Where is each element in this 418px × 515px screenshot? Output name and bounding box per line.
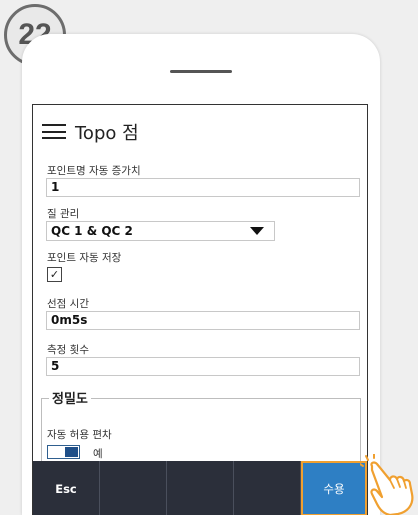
title-bar: Topo 점: [33, 105, 367, 155]
device-frame: Topo 점 포인트명 자동 증가치 1 질 관리 QC 1 & QC 2 포인…: [22, 34, 380, 515]
softkey-4[interactable]: [234, 461, 301, 515]
auto-tolerance-value: 예: [93, 448, 103, 460]
screen: Topo 점 포인트명 자동 증가치 1 질 관리 QC 1 & QC 2 포인…: [32, 104, 368, 515]
occupation-time-label: 선점 시간: [47, 298, 89, 310]
measurement-count-field[interactable]: 5: [46, 357, 360, 376]
pointing-hand-icon: [360, 454, 414, 515]
dropdown-arrow-icon[interactable]: [250, 227, 264, 235]
precision-group-title: 정밀도: [49, 388, 91, 407]
toggle-knob: [65, 447, 78, 457]
speaker-slot: [170, 70, 232, 73]
quality-control-label: 질 관리: [47, 208, 80, 220]
point-name-increment-label: 포인트명 자동 증가치: [47, 165, 141, 177]
auto-tolerance-toggle[interactable]: [47, 445, 80, 459]
measurement-count-label: 측정 횟수: [47, 344, 89, 356]
auto-tolerance-label: 자동 허용 편차: [47, 429, 112, 441]
quality-control-select[interactable]: QC 1 & QC 2: [46, 221, 275, 241]
menu-icon[interactable]: [42, 124, 66, 139]
auto-store-checkbox[interactable]: ✓: [47, 267, 62, 282]
auto-store-label: 포인트 자동 저장: [47, 252, 122, 264]
esc-button[interactable]: Esc: [33, 461, 100, 515]
softkey-3[interactable]: [167, 461, 234, 515]
occupation-time-field[interactable]: 0m5s: [46, 311, 360, 330]
quality-control-value: QC 1 & QC 2: [51, 224, 133, 238]
point-name-increment-field[interactable]: 1: [46, 178, 360, 197]
softkey-2[interactable]: [100, 461, 167, 515]
check-icon: ✓: [49, 268, 60, 281]
page-title: Topo 점: [75, 123, 139, 144]
softkey-bar: Esc 수용: [33, 461, 367, 515]
accept-button[interactable]: 수용: [301, 461, 367, 515]
